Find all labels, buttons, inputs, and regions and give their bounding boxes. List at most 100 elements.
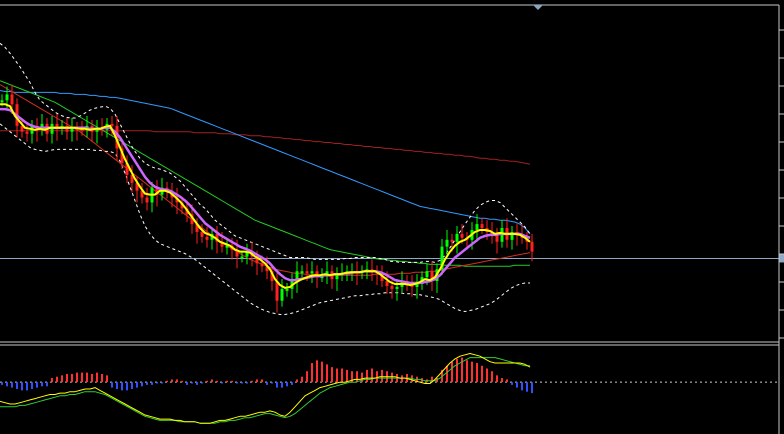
candle-body [335, 275, 339, 280]
histogram-bar [301, 376, 303, 383]
histogram-bar [356, 371, 358, 383]
histogram-bar [176, 379, 178, 383]
candle-body [385, 281, 389, 286]
histogram-bar [496, 375, 498, 383]
histogram-bar [16, 382, 18, 389]
histogram-bar [76, 372, 78, 383]
chart-canvas[interactable] [0, 0, 784, 434]
candle-body [5, 94, 9, 101]
histogram-bar [341, 368, 343, 383]
histogram-bar [146, 382, 148, 385]
histogram-bar [321, 361, 323, 383]
histogram-bar [381, 369, 383, 383]
histogram-bar [526, 382, 528, 392]
histogram-bar [291, 382, 293, 385]
histogram-bar [71, 373, 73, 383]
histogram-bar [216, 380, 218, 383]
histogram-bar [246, 382, 248, 384]
histogram-bar [66, 373, 68, 383]
histogram-bar [191, 382, 193, 384]
candle-body [285, 288, 289, 291]
histogram-bar [206, 380, 208, 383]
histogram-bar [346, 369, 348, 383]
candle-body [280, 288, 284, 301]
histogram-bar [41, 382, 43, 387]
histogram-bar [161, 382, 163, 384]
histogram-bar [106, 375, 108, 383]
histogram-bar [456, 358, 458, 383]
histogram-bar [446, 365, 448, 383]
histogram-bar [491, 371, 493, 383]
histogram-bar [511, 382, 513, 385]
trading-chart[interactable] [0, 0, 784, 434]
histogram-bar [486, 368, 488, 383]
histogram-bar [476, 363, 478, 383]
histogram-bar [151, 382, 153, 385]
histogram-bar [231, 380, 233, 383]
histogram-bar [281, 382, 283, 388]
histogram-bar [316, 360, 318, 383]
histogram-bar [186, 382, 188, 385]
histogram-bar [226, 380, 228, 383]
histogram-bar [471, 361, 473, 383]
histogram-bar [306, 371, 308, 383]
candle-body [260, 263, 264, 267]
histogram-bar [61, 375, 63, 383]
histogram-bar [26, 382, 28, 391]
candle-body [25, 131, 29, 134]
candle-body [530, 241, 534, 252]
histogram-bar [171, 379, 173, 383]
histogram-bar [366, 369, 368, 383]
histogram-bar [81, 372, 83, 383]
histogram-bar [326, 364, 328, 383]
histogram-bar [531, 382, 533, 394]
histogram-bar [51, 378, 53, 383]
histogram-bar [261, 379, 263, 383]
chart-background [0, 0, 784, 434]
histogram-bar [296, 379, 298, 383]
histogram-bar [36, 382, 38, 388]
histogram-bar [516, 382, 518, 388]
candle-body [0, 100, 4, 103]
histogram-bar [196, 382, 198, 385]
histogram-bar [11, 382, 13, 388]
histogram-bar [286, 382, 288, 387]
candle-body [475, 224, 479, 230]
histogram-bar [46, 382, 48, 387]
histogram-bar [331, 367, 333, 383]
histogram-bar [371, 368, 373, 383]
candle-body [455, 233, 459, 242]
histogram-bar [181, 380, 183, 383]
histogram-bar [241, 382, 243, 384]
histogram-bar [6, 382, 8, 387]
histogram-bar [451, 361, 453, 383]
histogram-bar [311, 363, 313, 383]
histogram-bar [166, 380, 168, 383]
histogram-bar [256, 379, 258, 383]
candle-body [395, 286, 399, 289]
histogram-bar [401, 375, 403, 383]
candle-body [10, 94, 14, 105]
histogram-bar [276, 382, 278, 388]
histogram-bar [211, 379, 213, 383]
candle-body [240, 256, 244, 259]
histogram-bar [156, 382, 158, 384]
histogram-bar [1, 382, 3, 385]
histogram-bar [501, 378, 503, 383]
candle-body [390, 285, 394, 289]
histogram-bar [251, 380, 253, 383]
candle-body [480, 224, 484, 229]
histogram-bar [481, 365, 483, 383]
histogram-bar [131, 382, 133, 389]
histogram-bar [101, 373, 103, 383]
candle-body [310, 271, 314, 274]
histogram-bar [521, 382, 523, 391]
candle-body [200, 231, 204, 237]
histogram-bar [506, 379, 508, 383]
histogram-bar [221, 382, 223, 384]
candle-body [300, 271, 304, 274]
histogram-bar [56, 376, 58, 383]
candle-body [145, 197, 149, 203]
histogram-bar [31, 382, 33, 389]
histogram-bar [116, 382, 118, 389]
